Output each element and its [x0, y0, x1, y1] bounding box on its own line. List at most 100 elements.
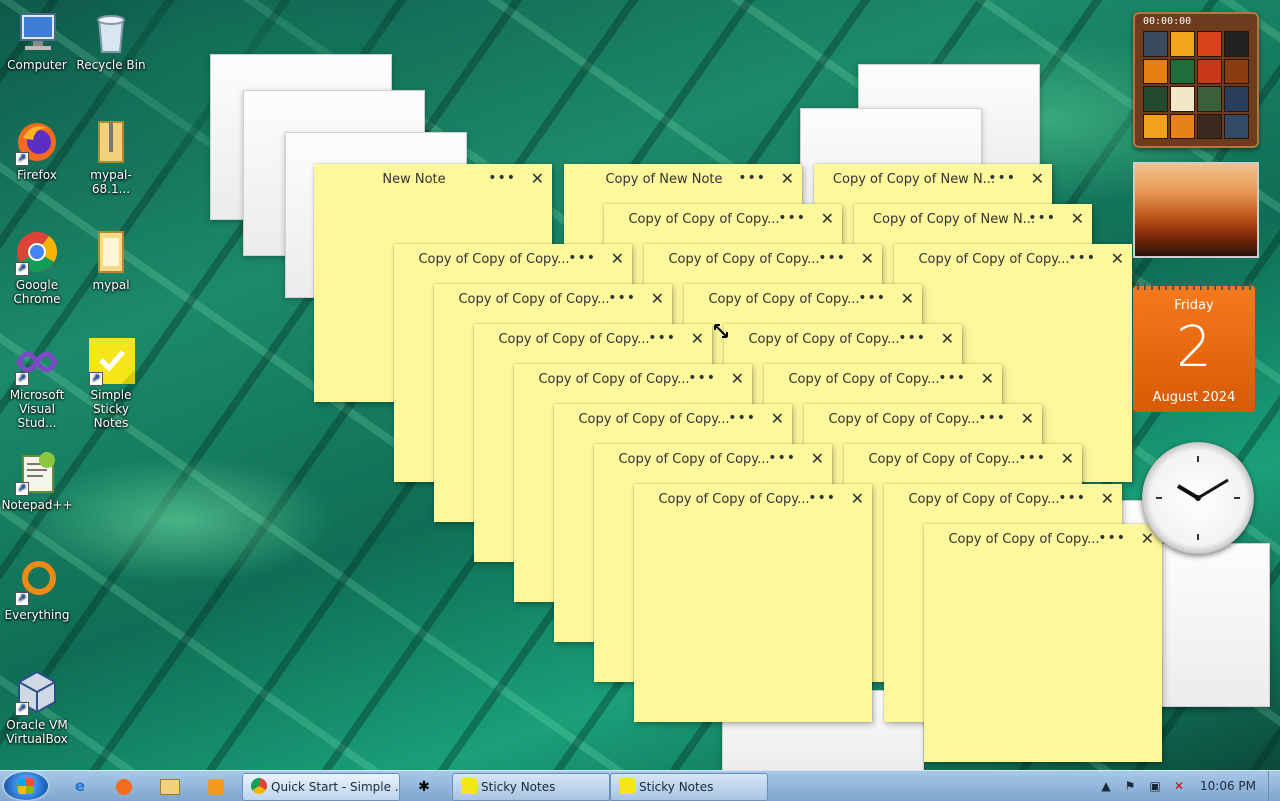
- blank-window[interactable]: [1160, 543, 1270, 707]
- volume-muted-icon[interactable]: ✕: [1170, 775, 1188, 797]
- firefox-taskbar-icon[interactable]: [106, 774, 142, 798]
- ie-icon[interactable]: e: [62, 774, 98, 798]
- note-title: Copy of Copy of Copy...: [708, 292, 860, 307]
- note-title: Copy of Copy of Copy...: [628, 212, 780, 227]
- desktop-icon-virtualbox[interactable]: ↗ Oracle VM VirtualBox: [1, 668, 73, 746]
- folder-zip-icon: [87, 118, 135, 166]
- clock-face-icon: [1156, 456, 1240, 540]
- icon-label: mypal: [92, 278, 130, 292]
- note-title: Copy of Copy of New N...: [872, 212, 1036, 227]
- close-icon[interactable]: ✕: [1101, 489, 1114, 508]
- everything-icon: ↗: [13, 558, 61, 606]
- icon-label: Notepad++: [1, 498, 73, 512]
- more-options-button[interactable]: •••: [808, 490, 836, 506]
- more-options-button[interactable]: •••: [978, 410, 1006, 426]
- close-icon[interactable]: ✕: [981, 369, 994, 388]
- note-title: Copy of Copy of Copy...: [538, 372, 690, 387]
- media-player-icon[interactable]: [198, 774, 234, 798]
- picture-puzzle-gadget[interactable]: 00:00:00: [1133, 12, 1259, 148]
- windows-logo-icon: [18, 778, 34, 794]
- desktop-icon-mypal-zip[interactable]: mypal-68.1...: [75, 118, 147, 196]
- more-options-button[interactable]: •••: [608, 290, 636, 306]
- note-title: Copy of Copy of Copy...: [658, 492, 810, 507]
- close-icon[interactable]: ✕: [611, 249, 624, 268]
- note-title: Copy of Copy of Copy...: [458, 292, 610, 307]
- desktop-icon-chrome[interactable]: ↗ Google Chrome: [1, 228, 73, 306]
- more-options-button[interactable]: •••: [738, 170, 766, 186]
- desktop: Computer Recycle Bin ↗ Firefox mypal-68.…: [0, 0, 1280, 770]
- puzzle-grid[interactable]: [1143, 31, 1249, 139]
- calendar-rings: [1137, 282, 1251, 290]
- more-options-button[interactable]: •••: [688, 370, 716, 386]
- icon-label: Microsoft Visual Stud...: [9, 388, 65, 430]
- close-icon[interactable]: ✕: [771, 409, 784, 428]
- close-icon[interactable]: ✕: [731, 369, 744, 388]
- more-options-button[interactable]: •••: [648, 330, 676, 346]
- more-options-button[interactable]: •••: [568, 250, 596, 266]
- taskbar-button-sticky-notes[interactable]: Sticky Notes: [452, 773, 610, 801]
- note-title: Copy of Copy of Copy...: [908, 492, 1060, 507]
- calendar-gadget[interactable]: Friday 2 August 2024: [1133, 282, 1255, 412]
- taskbar-clock[interactable]: 10:06 PM: [1196, 775, 1260, 797]
- calendar-month-year: August 2024: [1152, 390, 1236, 405]
- desktop-icon-simple-sticky-notes[interactable]: ↗ Simple Sticky Notes: [75, 338, 147, 430]
- more-options-button[interactable]: •••: [1028, 210, 1056, 226]
- close-icon[interactable]: ✕: [531, 169, 544, 188]
- note-title: Copy of New Note: [605, 172, 723, 187]
- network-icon[interactable]: ▣: [1146, 775, 1164, 797]
- close-icon[interactable]: ✕: [821, 209, 834, 228]
- desktop-icon-everything[interactable]: ↗ Everything: [1, 558, 73, 622]
- more-options-button[interactable]: •••: [858, 290, 886, 306]
- taskbar-button-sticky-notes-2[interactable]: Sticky Notes: [610, 773, 768, 801]
- close-icon[interactable]: ✕: [1021, 409, 1034, 428]
- more-options-button[interactable]: •••: [818, 250, 846, 266]
- desktop-icon-computer[interactable]: Computer: [1, 8, 73, 72]
- desktop-icon-recycle-bin[interactable]: Recycle Bin: [75, 8, 147, 72]
- explorer-icon[interactable]: [152, 774, 188, 798]
- desktop-icon-visual-studio[interactable]: ↗ Microsoft Visual Stud...: [1, 338, 73, 430]
- taskbar-button-chrome[interactable]: Quick Start - Simple ...: [242, 773, 400, 801]
- more-options-button[interactable]: •••: [778, 210, 806, 226]
- spider-app-icon[interactable]: ✱: [406, 774, 442, 798]
- show-desktop-button[interactable]: [1268, 771, 1280, 801]
- desktop-icon-mypal-folder[interactable]: mypal: [75, 228, 147, 292]
- action-center-flag-icon[interactable]: ⚑: [1122, 775, 1138, 797]
- close-icon[interactable]: ✕: [1071, 209, 1084, 228]
- more-options-button[interactable]: •••: [898, 330, 926, 346]
- start-button[interactable]: [4, 772, 48, 800]
- close-icon[interactable]: ✕: [691, 329, 704, 348]
- close-icon[interactable]: ✕: [941, 329, 954, 348]
- more-options-button[interactable]: •••: [1018, 450, 1046, 466]
- slideshow-gadget[interactable]: [1133, 162, 1259, 258]
- sticky-notes-icon: [619, 778, 635, 794]
- note-title: Copy of Copy of Copy...: [668, 252, 820, 267]
- clock-gadget[interactable]: [1142, 442, 1254, 554]
- close-icon[interactable]: ✕: [851, 489, 864, 508]
- note-title: Copy of Copy of New N...: [832, 172, 996, 187]
- close-icon[interactable]: ✕: [811, 449, 824, 468]
- note-title: Copy of Copy of Copy...: [418, 252, 570, 267]
- sticky-note[interactable]: Copy of Copy of Copy... ••• ✕: [924, 524, 1162, 762]
- more-options-button[interactable]: •••: [988, 170, 1016, 186]
- more-options-button[interactable]: •••: [728, 410, 756, 426]
- note-title: Copy of Copy of Copy...: [578, 412, 730, 427]
- more-options-button[interactable]: •••: [1058, 490, 1086, 506]
- close-icon[interactable]: ✕: [901, 289, 914, 308]
- close-icon[interactable]: ✕: [1031, 169, 1044, 188]
- close-icon[interactable]: ✕: [651, 289, 664, 308]
- close-icon[interactable]: ✕: [1111, 249, 1124, 268]
- close-icon[interactable]: ✕: [781, 169, 794, 188]
- close-icon[interactable]: ✕: [1061, 449, 1074, 468]
- more-options-button[interactable]: •••: [1098, 530, 1126, 546]
- desktop-icon-notepad-plus-plus[interactable]: ↗ Notepad++: [1, 448, 73, 512]
- more-options-button[interactable]: •••: [768, 450, 796, 466]
- note-title: Copy of Copy of Copy...: [828, 412, 980, 427]
- more-options-button[interactable]: •••: [488, 170, 516, 186]
- desktop-icon-firefox[interactable]: ↗ Firefox: [1, 118, 73, 182]
- calendar-day: 2: [1176, 315, 1212, 380]
- show-hidden-icons-icon[interactable]: ▲: [1098, 775, 1114, 797]
- more-options-button[interactable]: •••: [1068, 250, 1096, 266]
- close-icon[interactable]: ✕: [861, 249, 874, 268]
- more-options-button[interactable]: •••: [938, 370, 966, 386]
- sticky-note[interactable]: Copy of Copy of Copy... ••• ✕: [634, 484, 872, 722]
